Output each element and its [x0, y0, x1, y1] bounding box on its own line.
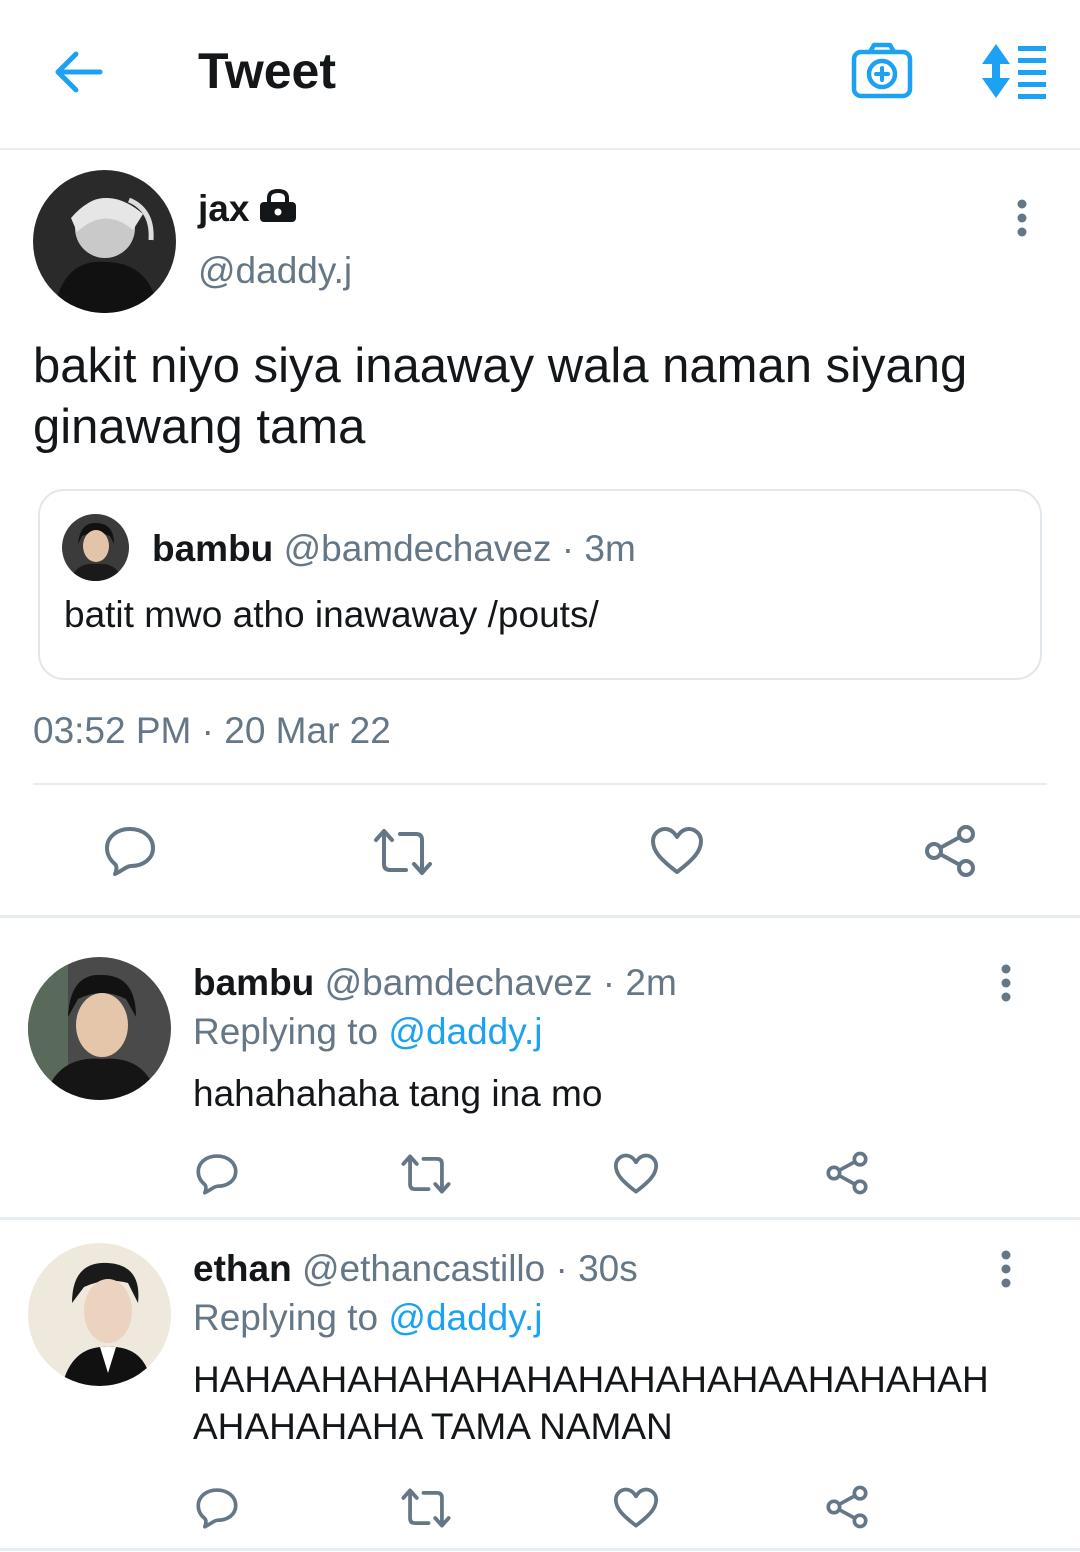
more-options-icon[interactable] [1008, 198, 1036, 238]
reply-author-handle[interactable]: @ethancastillo [302, 1248, 545, 1289]
author-handle[interactable]: @daddy.j [198, 250, 352, 292]
reply-time: · 30s [555, 1248, 638, 1289]
replying-to: Replying to @daddy.j [193, 1011, 543, 1053]
share-icon[interactable] [824, 1151, 870, 1195]
tweet-text: bakit niyo siya inaaway wala naman siyan… [33, 339, 968, 393]
quoted-tweet-card[interactable] [38, 489, 1042, 680]
replying-to: Replying to @daddy.j [193, 1297, 543, 1339]
reply-author-name[interactable]: ethan [193, 1248, 292, 1289]
avatar[interactable] [33, 170, 176, 313]
reply-text: hahahahaha tang ina mo [193, 1073, 603, 1114]
like-icon[interactable] [613, 1487, 659, 1529]
replying-to-label: Replying to [193, 1297, 379, 1338]
sort-replies-icon[interactable] [976, 42, 1050, 100]
avatar[interactable] [28, 1243, 171, 1386]
back-arrow-icon[interactable] [48, 46, 106, 98]
reply-author-name[interactable]: bambu [193, 962, 314, 1003]
reply-icon[interactable] [103, 824, 157, 878]
retweet-icon[interactable] [372, 826, 434, 878]
avatar[interactable] [28, 957, 171, 1100]
reply-text-continued: AHAHAHAHA TAMA NAMAN [193, 1406, 673, 1447]
divider [33, 783, 1047, 785]
top-app-bar [0, 0, 1080, 150]
retweet-icon[interactable] [400, 1486, 452, 1530]
share-icon[interactable] [824, 1485, 870, 1529]
reply-time: · 2m [602, 962, 677, 1003]
tweet-timestamp: 03:52 PM · 20 Mar 22 [33, 710, 391, 751]
quote-header: bambu @bamdechavez · 3m [152, 528, 636, 570]
page-title: Tweet [198, 43, 336, 99]
reply-divider [0, 1217, 1080, 1220]
quote-text: batit mwo atho inawaway /pouts/ [64, 594, 599, 635]
more-options-icon[interactable] [992, 963, 1020, 1003]
quote-avatar [62, 514, 129, 581]
quote-time: · 3m [561, 528, 636, 569]
tweet-text-continued: ginawang tama [33, 400, 366, 454]
reply-header: ethan @ethancastillo · 30s [193, 1248, 638, 1290]
like-icon[interactable] [613, 1153, 659, 1195]
reply-icon[interactable] [195, 1152, 239, 1196]
quote-author-name: bambu [152, 528, 274, 569]
like-icon[interactable] [650, 826, 704, 876]
section-divider [0, 915, 1080, 918]
replying-to-label: Replying to [193, 1011, 379, 1052]
quote-author-handle: @bamdechavez [283, 528, 552, 569]
share-icon[interactable] [922, 824, 978, 878]
camera-add-icon[interactable] [850, 40, 914, 102]
lock-icon [258, 188, 298, 224]
replying-to-link[interactable]: @daddy.j [388, 1297, 542, 1338]
reply-text: HAHAAHAHAHAHAHAHAHAHAHAAHAHAHAH [193, 1359, 989, 1400]
reply-icon[interactable] [195, 1486, 239, 1530]
replying-to-link[interactable]: @daddy.j [388, 1011, 542, 1052]
retweet-icon[interactable] [400, 1152, 452, 1196]
reply-header: bambu @bamdechavez · 2m [193, 962, 677, 1004]
author-name[interactable]: jax [198, 188, 249, 230]
more-options-icon[interactable] [992, 1249, 1020, 1289]
reply-author-handle[interactable]: @bamdechavez [325, 962, 593, 1003]
reply-divider [0, 1548, 1080, 1551]
